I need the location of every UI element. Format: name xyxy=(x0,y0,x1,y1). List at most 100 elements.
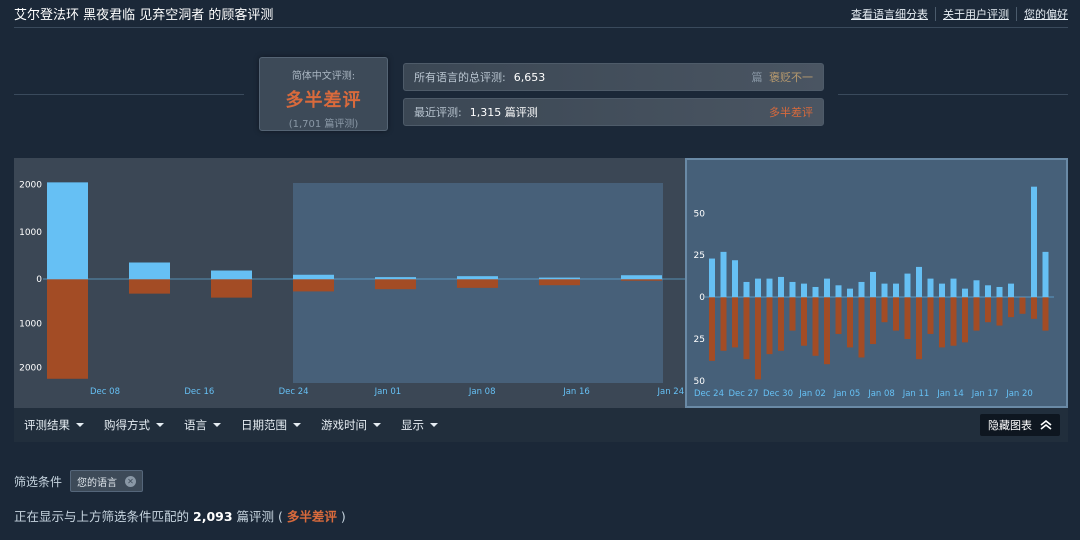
results-count: 2,093 xyxy=(193,509,233,524)
x-tick-label: Jan 02 xyxy=(798,389,826,399)
filter-label: 语言 xyxy=(184,418,207,432)
caret-down-icon xyxy=(430,423,438,427)
negative-bar xyxy=(129,279,170,294)
x-tick-label: Dec 24 xyxy=(279,387,309,397)
positive-bar xyxy=(789,281,796,297)
filter-label: 游戏时间 xyxy=(321,418,367,432)
positive-bar xyxy=(293,274,334,279)
negative-bar xyxy=(766,297,773,355)
negative-bar xyxy=(375,279,416,290)
negative-bar xyxy=(1019,297,1026,314)
positive-bar xyxy=(893,283,899,297)
language-rating-value: 多半差评 xyxy=(285,90,362,111)
positive-bar xyxy=(824,278,830,297)
positive-bar xyxy=(881,283,888,297)
caret-down-icon xyxy=(213,423,221,427)
hide-graph-button[interactable]: 隐藏图表 xyxy=(980,414,1060,436)
negative-bar xyxy=(211,279,252,298)
negative-bar xyxy=(801,297,807,346)
filter-chip-your-language[interactable]: 您的语言 ✕ xyxy=(70,470,144,492)
recent-summary[interactable]: 最近评测: 1,315 篇评测 多半差评 xyxy=(403,98,824,126)
negative-bar xyxy=(835,297,842,334)
negative-bar xyxy=(939,297,945,348)
positive-bar xyxy=(916,266,922,297)
positive-bar xyxy=(927,278,934,297)
recent-histogram[interactable]: 50 25 0 25 50 Dec 24 Dec 27 Dec 30 Jan 02 Jan 05 J… xyxy=(685,158,1068,408)
positive-bar xyxy=(743,281,750,297)
filter-label: 购得方式 xyxy=(104,418,150,432)
reviews-header: 艾尔登法环 黑夜君临 见弃空洞者 的顾客评测 查看语言细分表 关于用户评测 您的… xyxy=(14,0,1068,28)
x-tick-label: Dec 08 xyxy=(90,387,120,397)
double-chevron-up-icon xyxy=(1040,420,1052,430)
filter-date-range[interactable]: 日期范围 xyxy=(241,417,301,433)
recent-histogram-svg: 50 25 0 25 50 Dec 24 Dec 27 Dec 30 Jan 02 Jan 05 J… xyxy=(694,186,1054,399)
page-title: 艾尔登法环 黑夜君临 见弃空洞者 的顾客评测 xyxy=(14,8,274,23)
caret-down-icon xyxy=(76,423,84,427)
results-prefix: 正在显示与上方筛选条件匹配的 xyxy=(14,509,190,524)
close-icon[interactable]: ✕ xyxy=(125,475,137,487)
positive-bar xyxy=(47,182,88,279)
y-tick-label: 50 xyxy=(694,377,706,387)
recent-rating: 多半差评 xyxy=(769,106,813,119)
y-tick-label: 50 xyxy=(694,209,706,219)
y-tick-label: 25 xyxy=(694,251,705,261)
negative-bar xyxy=(709,297,715,361)
positive-bar xyxy=(211,270,252,279)
divider-left xyxy=(14,94,244,95)
positive-bar xyxy=(755,278,761,297)
x-tick-label: Dec 30 xyxy=(763,389,793,399)
positive-bar xyxy=(962,288,968,297)
positive-bar xyxy=(870,271,876,297)
divider-right xyxy=(838,94,1068,95)
positive-bar xyxy=(985,285,991,297)
negative-bar xyxy=(1031,297,1037,319)
x-tick-label: Jan 08 xyxy=(867,389,895,399)
positive-bar xyxy=(129,262,170,279)
positive-bar xyxy=(904,273,911,297)
about-reviews-link[interactable]: 关于用户评测 xyxy=(936,6,1016,22)
negative-bar xyxy=(985,297,991,323)
caret-down-icon xyxy=(293,423,301,427)
y-tick-label: 2000 xyxy=(19,364,42,374)
preferences-link[interactable]: 您的偏好 xyxy=(1017,6,1068,22)
filter-playtime[interactable]: 游戏时间 xyxy=(321,417,381,433)
x-tick-label: Jan 20 xyxy=(1005,389,1033,399)
negative-bar xyxy=(870,297,876,345)
negative-bar xyxy=(293,279,334,292)
y-tick-label: 25 xyxy=(694,335,705,345)
language-breakdown-link[interactable]: 查看语言细分表 xyxy=(844,6,935,22)
negative-bar xyxy=(720,297,727,351)
negative-bar xyxy=(778,297,784,351)
positive-bar xyxy=(1008,283,1014,297)
filter-display[interactable]: 显示 xyxy=(401,417,438,433)
all-languages-count: 6,653 xyxy=(513,70,546,84)
language-rating-box[interactable]: 简体中文评测: 多半差评 (1,701 篇评测) xyxy=(259,57,388,131)
all-languages-summary[interactable]: 所有语言的总评测: 6,653 篇 褒贬不一 xyxy=(403,63,824,91)
negative-bar xyxy=(950,297,957,346)
y-tick-label: 2000 xyxy=(19,181,42,191)
recent-label: 最近评测: xyxy=(414,106,462,119)
results-summary: 正在显示与上方筛选条件匹配的 2,093 篇评测 ( 多半差评 ) xyxy=(14,506,346,525)
filter-purchase-type[interactable]: 购得方式 xyxy=(104,417,164,433)
overall-histogram[interactable]: 2000 1000 0 1000 2000 Dec 08 Dec 16 Dec 24 Jan 0… xyxy=(14,158,703,408)
negative-bar xyxy=(1008,297,1014,318)
overall-histogram-svg: 2000 1000 0 1000 2000 Dec 08 Dec 16 Dec 24 Jan 0… xyxy=(19,181,703,397)
positive-bar xyxy=(621,275,662,279)
filter-label: 显示 xyxy=(401,418,424,432)
x-tick-label: Jan 08 xyxy=(468,387,496,397)
positive-bar xyxy=(709,258,715,297)
x-tick-label: Jan 05 xyxy=(833,389,861,399)
x-tick-label: Jan 14 xyxy=(936,389,964,399)
negative-bar xyxy=(916,297,922,360)
filter-bar: 评测结果 购得方式 语言 日期范围 游戏时间 显示 隐藏图表 xyxy=(14,408,1068,442)
results-suffix: ) xyxy=(340,509,346,524)
negative-bar xyxy=(812,297,819,356)
filter-language[interactable]: 语言 xyxy=(184,417,221,433)
filter-label: 评测结果 xyxy=(24,418,70,432)
negative-bar xyxy=(893,297,899,331)
y-tick-label: 1000 xyxy=(19,319,42,329)
hide-graph-label: 隐藏图表 xyxy=(988,419,1032,432)
filters-label: 筛选条件 xyxy=(14,474,63,489)
filter-review-type[interactable]: 评测结果 xyxy=(24,417,84,433)
negative-bar xyxy=(996,297,1003,326)
